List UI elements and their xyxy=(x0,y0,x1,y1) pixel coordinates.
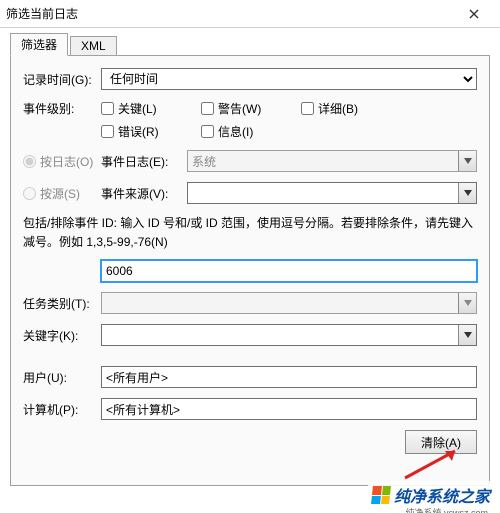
tab-xml[interactable]: XML xyxy=(70,36,117,55)
watermark: 纯净系统之家 纯净系统 ycwsz.com xyxy=(368,481,494,509)
radio-by-log: 按日志(O) xyxy=(23,153,101,170)
keywords-dropdown[interactable] xyxy=(101,324,477,346)
radio-by-source-input xyxy=(23,187,36,200)
chevron-down-icon xyxy=(458,293,476,313)
windows-logo-icon xyxy=(371,486,391,504)
check-verbose[interactable]: 详细(B) xyxy=(301,100,381,117)
chevron-down-icon xyxy=(458,183,476,203)
tab-filter[interactable]: 筛选器 xyxy=(10,33,68,56)
event-id-hint: 包括/排除事件 ID: 输入 ID 号和/或 ID 范围，使用逗号分隔。若要排除… xyxy=(23,214,477,252)
check-critical-label: 关键(L) xyxy=(118,100,157,117)
check-error[interactable]: 错误(R) xyxy=(101,123,181,140)
check-critical-box[interactable] xyxy=(101,102,114,115)
title-bar: 筛选当前日志 xyxy=(0,0,500,28)
tab-strip: 筛选器 XML xyxy=(10,34,490,56)
row-keywords: 关键字(K): xyxy=(23,324,477,346)
keywords-label: 关键字(K): xyxy=(23,327,101,344)
user-input[interactable] xyxy=(101,366,477,388)
chevron-down-icon xyxy=(458,325,476,345)
watermark-text: 纯净系统之家 xyxy=(394,483,490,507)
event-logs-value: 系统 xyxy=(192,153,216,170)
logged-dropdown[interactable]: 任何时间 xyxy=(101,68,477,90)
check-warning-label: 警告(W) xyxy=(218,100,261,117)
close-icon xyxy=(469,9,479,19)
check-information[interactable]: 信息(I) xyxy=(201,123,281,140)
check-warning-box[interactable] xyxy=(201,102,214,115)
check-information-label: 信息(I) xyxy=(218,123,253,140)
row-by-source: 按源(S) 事件来源(V): xyxy=(23,182,477,204)
event-level-label: 事件级别: xyxy=(23,100,101,117)
radio-by-source: 按源(S) xyxy=(23,185,101,202)
row-logged: 记录时间(G): 任何时间 xyxy=(23,68,477,90)
radio-by-source-label: 按源(S) xyxy=(40,185,80,202)
task-category-label: 任务类别(T): xyxy=(23,295,101,312)
row-task-category: 任务类别(T): xyxy=(23,292,477,314)
row-event-level: 事件级别: 关键(L) 警告(W) 详细(B) xyxy=(23,100,477,140)
event-logs-label: 事件日志(E): xyxy=(101,153,179,170)
row-computer: 计算机(P): xyxy=(23,398,477,420)
event-id-input[interactable] xyxy=(101,260,477,282)
check-warning[interactable]: 警告(W) xyxy=(201,100,281,117)
check-critical[interactable]: 关键(L) xyxy=(101,100,181,117)
chevron-down-icon xyxy=(458,151,476,171)
user-label: 用户(U): xyxy=(23,369,101,386)
computer-label: 计算机(P): xyxy=(23,401,101,418)
check-error-box[interactable] xyxy=(101,125,114,138)
filter-panel: 记录时间(G): 任何时间 事件级别: 关键(L) 警告(W) xyxy=(10,56,490,486)
check-error-label: 错误(R) xyxy=(118,123,159,140)
radio-by-log-input xyxy=(23,155,36,168)
row-user: 用户(U): xyxy=(23,366,477,388)
row-event-id xyxy=(23,260,477,282)
event-sources-label: 事件来源(V): xyxy=(101,185,179,202)
event-logs-dropdown: 系统 xyxy=(187,150,477,172)
level-checks: 关键(L) 警告(W) 详细(B) 错误(R) xyxy=(101,100,477,140)
watermark-sub: 纯净系统 ycwsz.com xyxy=(405,506,488,513)
row-by-log: 按日志(O) 事件日志(E): 系统 xyxy=(23,150,477,172)
check-information-box[interactable] xyxy=(201,125,214,138)
button-row: 清除(A) xyxy=(23,430,477,454)
task-category-dropdown xyxy=(101,292,477,314)
radio-by-log-label: 按日志(O) xyxy=(40,153,93,170)
clear-button[interactable]: 清除(A) xyxy=(405,430,477,454)
window-title: 筛选当前日志 xyxy=(6,5,78,22)
check-verbose-box[interactable] xyxy=(301,102,314,115)
close-button[interactable] xyxy=(454,4,494,24)
logged-label: 记录时间(G): xyxy=(23,71,101,88)
check-verbose-label: 详细(B) xyxy=(318,100,358,117)
computer-input[interactable] xyxy=(101,398,477,420)
event-sources-dropdown[interactable] xyxy=(187,182,477,204)
content-area: 筛选器 XML 记录时间(G): 任何时间 事件级别: 关键(L) xyxy=(0,28,500,486)
